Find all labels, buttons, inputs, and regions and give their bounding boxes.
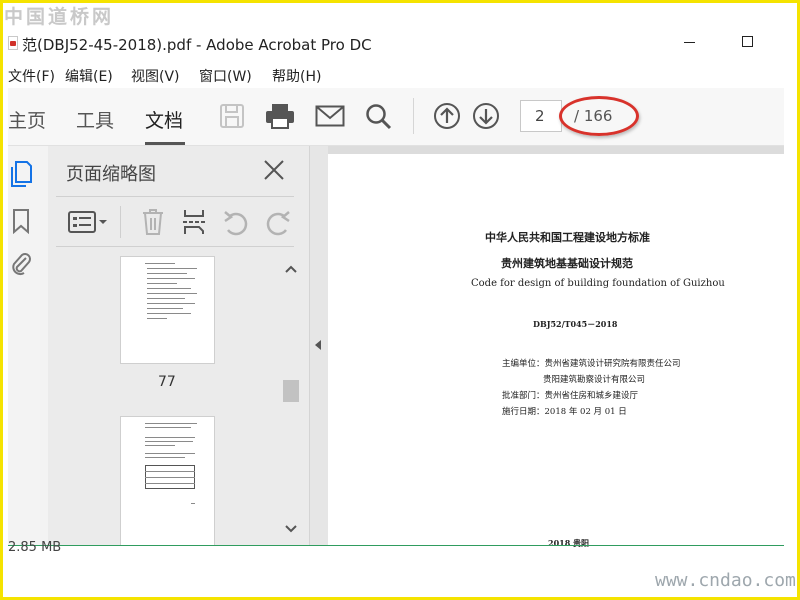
rotate-cw-icon[interactable]	[264, 210, 292, 236]
toolbar-separator	[413, 98, 414, 134]
delete-icon[interactable]	[141, 208, 165, 236]
tools-separator	[120, 206, 121, 238]
doc-main-title: 贵州建筑地基基础设计规范	[501, 257, 633, 270]
tab-tools[interactable]: 工具	[76, 106, 114, 133]
panel-title: 页面缩略图	[66, 164, 156, 185]
menu-bar: 文件(F) 编辑(E) 视图(V) 窗口(W) 帮助(H)	[0, 64, 800, 86]
doc-effective-date: 施行日期：2018 年 02 月 01 日	[502, 407, 627, 417]
thumbnail-scrollbar[interactable]	[280, 256, 302, 546]
panel-divider	[56, 246, 294, 247]
doc-year-place: 2018 贵阳	[548, 538, 590, 548]
watermark-bottom: www.cndao.com	[655, 570, 796, 591]
doc-code: DBJ52/T045－2018	[533, 319, 618, 329]
insert-pages-icon[interactable]	[181, 208, 207, 236]
thumbnail-panel: 页面缩略图 77	[48, 146, 310, 546]
file-size: 2.85 MB	[8, 540, 62, 555]
active-tab-indicator	[145, 142, 185, 145]
menu-edit[interactable]: 编辑(E)	[65, 66, 113, 86]
document-viewport[interactable]: 中华人民共和国工程建设地方标准 贵州建筑地基基础设计规范 Code for de…	[328, 146, 784, 548]
navigation-rail	[8, 146, 48, 546]
panel-divider	[56, 196, 294, 197]
chevron-up-icon[interactable]	[284, 264, 298, 274]
page-thumbnail-77[interactable]	[120, 256, 215, 364]
doc-editor-unit: 主编单位：贵州省建筑设计研究院有限责任公司	[502, 359, 681, 369]
email-icon[interactable]	[315, 105, 345, 127]
highlight-annotation	[559, 96, 639, 136]
save-icon[interactable]	[219, 103, 245, 129]
pdf-file-icon	[8, 36, 18, 50]
tab-home[interactable]: 主页	[8, 106, 46, 133]
window-title: 范(DBJ52-45-2018).pdf - Adobe Acrobat Pro…	[22, 36, 372, 54]
menu-help[interactable]: 帮助(H)	[272, 66, 321, 86]
page-number-input[interactable]: 2	[520, 100, 562, 132]
maximize-button[interactable]	[742, 36, 753, 47]
title-bar: 范(DBJ52-45-2018).pdf - Adobe Acrobat Pro…	[0, 30, 800, 58]
doc-approval-dept: 批准部门：贵州省住房和城乡建设厅	[502, 391, 639, 401]
menu-file[interactable]: 文件(F)	[8, 66, 55, 86]
doc-standard-title: 中华人民共和国工程建设地方标准	[485, 231, 650, 244]
tab-document[interactable]: 文档	[145, 106, 183, 133]
page-thumbnails-icon[interactable]	[10, 160, 32, 188]
status-divider	[8, 545, 784, 546]
chevron-left-icon[interactable]	[315, 340, 321, 350]
doc-english-title: Code for design of building foundation o…	[471, 278, 725, 289]
page-up-icon[interactable]	[433, 102, 461, 130]
scroll-thumb[interactable]	[283, 380, 299, 402]
print-icon[interactable]	[265, 102, 295, 130]
menu-view[interactable]: 视图(V)	[131, 66, 180, 86]
minimize-button[interactable]	[684, 42, 695, 43]
chevron-down-icon[interactable]	[284, 524, 298, 534]
search-icon[interactable]	[365, 103, 393, 131]
doc-editor-unit-2: 贵阳建筑勘察设计有限公司	[543, 375, 646, 385]
page-thumbnail-78[interactable]	[120, 416, 215, 546]
menu-window[interactable]: 窗口(W)	[199, 66, 252, 86]
watermark-top: 中国道桥网	[4, 6, 115, 28]
main-toolbar: 主页 工具 文档 2 / 166	[8, 88, 784, 146]
rotate-ccw-icon[interactable]	[222, 210, 250, 236]
page-down-icon[interactable]	[472, 102, 500, 130]
bookmarks-icon[interactable]	[12, 208, 30, 234]
document-page: 中华人民共和国工程建设地方标准 贵州建筑地基基础设计规范 Code for de…	[328, 154, 784, 548]
options-icon[interactable]	[68, 210, 108, 234]
panel-collapse-handle[interactable]	[310, 146, 328, 546]
close-icon[interactable]	[262, 158, 286, 182]
thumbnail-page-label: 77	[158, 374, 176, 390]
attachments-icon[interactable]	[10, 250, 32, 276]
